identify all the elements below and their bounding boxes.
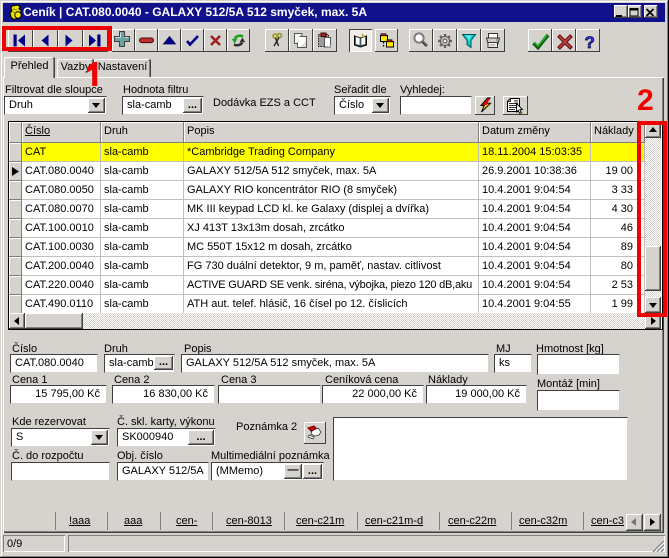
svg-text:?: ? [585,33,595,52]
